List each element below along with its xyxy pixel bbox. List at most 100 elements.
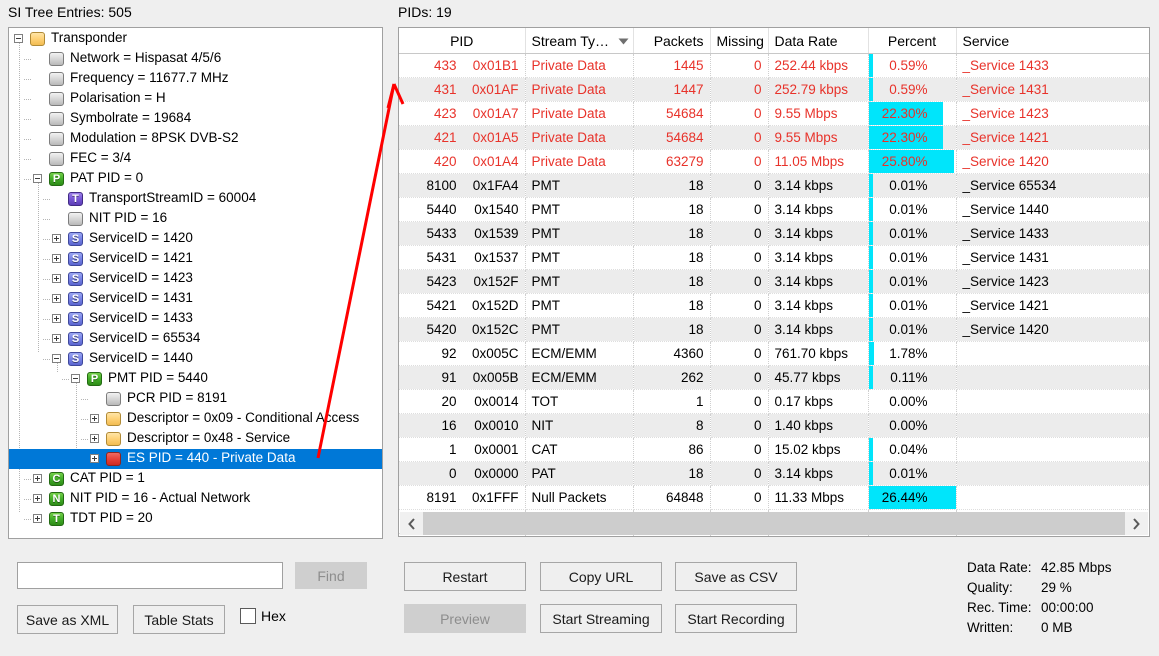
expand-icon[interactable] (90, 434, 99, 443)
table-row[interactable]: 8100 0x1FA4 PMT 18 0 3.14 kbps 0.01% _Service 6… (399, 173, 1149, 198)
si-tree[interactable]: Transponder Network = Hispasat 4/5/6 Frequ… (8, 27, 383, 539)
chevron-right-icon[interactable] (1125, 512, 1148, 535)
table-stats-button[interactable]: Table Stats (133, 605, 225, 634)
table-row[interactable]: 16 0x0010 NIT 8 0 1.40 kbps 0.00% (399, 413, 1149, 438)
pid-table-header-row[interactable]: PID Stream Ty… Packets Missing Data Rate Perc… (399, 28, 1149, 54)
start-recording-button[interactable]: Start Recording (675, 604, 797, 633)
collapse-icon[interactable] (52, 354, 61, 363)
expand-icon[interactable] (52, 274, 61, 283)
hex-checkbox[interactable] (240, 608, 256, 624)
expand-icon[interactable] (90, 454, 99, 463)
tree-node[interactable]: S ServiceID = 1423 (9, 269, 382, 289)
tree-node[interactable]: S ServiceID = 1431 (9, 289, 382, 309)
expand-icon[interactable] (33, 474, 42, 483)
tree-node-label: ServiceID = 1440 (89, 350, 193, 365)
start-streaming-button[interactable]: Start Streaming (540, 604, 662, 633)
table-row[interactable]: 1 0x0001 CAT 86 0 15.02 kbps 0.04% (399, 437, 1149, 462)
expand-icon[interactable] (52, 314, 61, 323)
tree-node[interactable]: S ServiceID = 1421 (9, 249, 382, 269)
scrollbar-thumb[interactable] (423, 512, 1125, 535)
find-button[interactable]: Find (295, 562, 367, 589)
hex-checkbox-group[interactable]: Hex (240, 608, 286, 624)
tree-node[interactable]: PCR PID = 8191 (9, 389, 382, 409)
restart-button[interactable]: Restart (404, 562, 526, 591)
tree-node[interactable]: NIT PID = 16 (9, 209, 382, 229)
cell-missing: 0 (710, 437, 769, 462)
tree-node[interactable]: P PAT PID = 0 (9, 169, 382, 189)
table-row[interactable]: 5433 0x1539 PMT 18 0 3.14 kbps 0.01% _Service 1… (399, 221, 1149, 246)
table-row[interactable]: 5440 0x1540 PMT 18 0 3.14 kbps 0.01% _Service 1… (399, 197, 1149, 222)
tree-node[interactable]: T TDT PID = 20 (9, 509, 382, 529)
expand-icon[interactable] (52, 334, 61, 343)
pid-hex: 0x1FFF (471, 490, 519, 505)
table-row[interactable]: 8191 0x1FFF Null Packets 64848 0 11.33 Mbps 26… (399, 485, 1149, 510)
table-row[interactable]: 421 0x01A5 Private Data 54684 0 9.55 Mbps 22.3… (399, 125, 1149, 150)
expand-icon[interactable] (52, 234, 61, 243)
save-as-xml-button[interactable]: Save as XML (17, 605, 118, 634)
tree-node[interactable]: P PMT PID = 5440 (9, 369, 382, 389)
tree-node[interactable]: S ServiceID = 1420 (9, 229, 382, 249)
tree-node[interactable]: S ServiceID = 1440 (9, 349, 382, 369)
table-row[interactable]: 5431 0x1537 PMT 18 0 3.14 kbps 0.01% _Service 1… (399, 245, 1149, 270)
table-row[interactable]: 431 0x01AF Private Data 1447 0 252.79 kbps 0.5… (399, 77, 1149, 102)
table-row[interactable]: 5423 0x152F PMT 18 0 3.14 kbps 0.01% _Service 1… (399, 269, 1149, 294)
rec-time-value: 00:00:00 (1041, 600, 1094, 615)
cell-packets: 54684 (633, 125, 711, 150)
cell-pid: 92 0x005C (399, 341, 526, 366)
tree-node[interactable]: N NIT PID = 16 - Actual Network (9, 489, 382, 509)
column-header-pid[interactable]: PID (399, 28, 526, 54)
column-header-stream-ty[interactable]: Stream Ty… (525, 28, 634, 54)
expand-icon[interactable] (33, 494, 42, 503)
column-header-percent[interactable]: Percent (868, 28, 957, 54)
table-row[interactable]: 433 0x01B1 Private Data 1445 0 252.44 kbps 0.5… (399, 53, 1149, 78)
find-input[interactable] (17, 562, 283, 589)
scrollbar-track[interactable] (423, 512, 1125, 535)
tree-node[interactable]: FEC = 3/4 (9, 149, 382, 169)
table-row[interactable]: 423 0x01A7 Private Data 54684 0 9.55 Mbps 22.3… (399, 101, 1149, 126)
tree-node[interactable]: Polarisation = H (9, 89, 382, 109)
tree-node[interactable]: Descriptor = 0x09 - Conditional Access (9, 409, 382, 429)
tree-node[interactable]: Symbolrate = 19684 (9, 109, 382, 129)
tree-node[interactable]: Descriptor = 0x48 - Service (9, 429, 382, 449)
tree-node[interactable]: Frequency = 11677.7 MHz (9, 69, 382, 89)
expand-icon[interactable] (90, 414, 99, 423)
table-row[interactable]: 5421 0x152D PMT 18 0 3.14 kbps 0.01% _Service 1… (399, 293, 1149, 318)
horizontal-scrollbar[interactable] (400, 512, 1148, 535)
tree-node[interactable]: Transponder (9, 29, 382, 49)
table-row[interactable]: 20 0x0014 TOT 1 0 0.17 kbps 0.00% (399, 389, 1149, 414)
table-row[interactable]: 0 0x0000 PAT 18 0 3.14 kbps 0.01% (399, 461, 1149, 486)
column-header-data-rate[interactable]: Data Rate (768, 28, 869, 54)
preview-button[interactable]: Preview (404, 604, 526, 633)
expand-icon[interactable] (33, 514, 42, 523)
tree-node[interactable]: Network = Hispasat 4/5/6 (9, 49, 382, 69)
service-icon: S (68, 332, 83, 346)
cell-packets: 18 (633, 197, 711, 222)
table-row[interactable]: 91 0x005B ECM/EMM 262 0 45.77 kbps 0.11% (399, 365, 1149, 390)
cell-stream-type: ECM/EMM (525, 341, 634, 366)
collapse-icon[interactable] (14, 34, 23, 43)
tree-node[interactable]: Modulation = 8PSK DVB-S2 (9, 129, 382, 149)
pid-decimal: 1 (448, 442, 457, 457)
cell-packets: 18 (633, 293, 711, 318)
collapse-icon[interactable] (71, 374, 80, 383)
column-header-missing[interactable]: Missing (710, 28, 769, 54)
percent-value: 0.04% (889, 442, 928, 457)
tree-node-selected[interactable]: ES PID = 440 - Private Data (9, 449, 382, 469)
collapse-icon[interactable] (33, 174, 42, 183)
percent-value: 25.80% (881, 154, 928, 169)
save-as-csv-button[interactable]: Save as CSV (675, 562, 797, 591)
column-header-service[interactable]: Service (956, 28, 1149, 54)
expand-icon[interactable] (52, 254, 61, 263)
expand-icon[interactable] (52, 294, 61, 303)
tree-node[interactable]: C CAT PID = 1 (9, 469, 382, 489)
pid-table-container[interactable]: PID Stream Ty… Packets Missing Data Rate Perc… (398, 27, 1150, 537)
tree-node[interactable]: S ServiceID = 65534 (9, 329, 382, 349)
table-row[interactable]: 92 0x005C ECM/EMM 4360 0 761.70 kbps 1.78% (399, 341, 1149, 366)
column-header-packets[interactable]: Packets (633, 28, 711, 54)
copy-url-button[interactable]: Copy URL (540, 562, 662, 591)
table-row[interactable]: 5420 0x152C PMT 18 0 3.14 kbps 0.01% _Service 1… (399, 317, 1149, 342)
chevron-left-icon[interactable] (400, 512, 423, 535)
tree-node[interactable]: S ServiceID = 1433 (9, 309, 382, 329)
tree-node[interactable]: T TransportStreamID = 60004 (9, 189, 382, 209)
table-row[interactable]: 420 0x01A4 Private Data 63279 0 11.05 Mbps 25.… (399, 149, 1149, 174)
